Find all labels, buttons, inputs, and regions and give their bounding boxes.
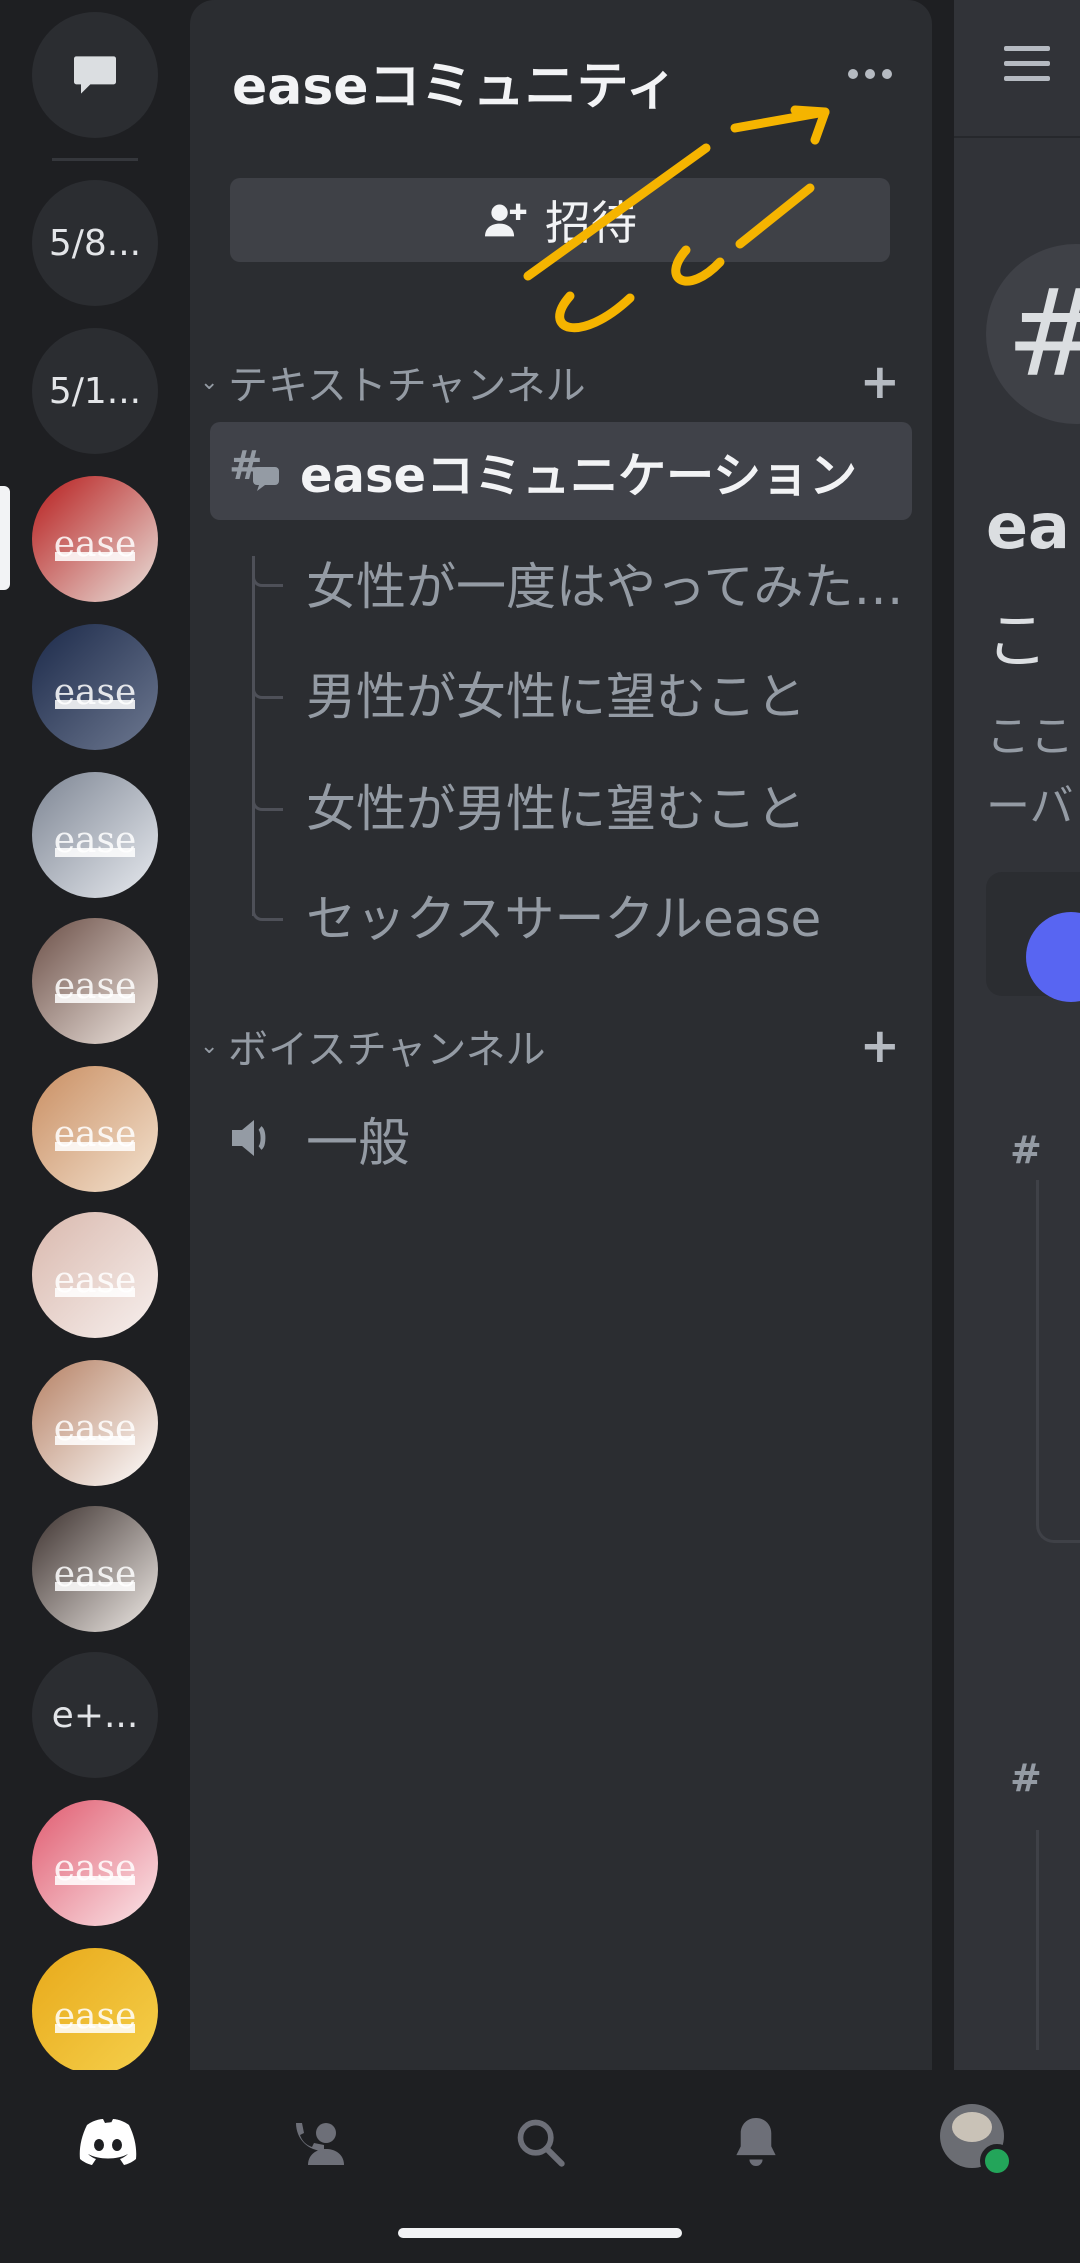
channel-hash-icon: # <box>986 244 1080 424</box>
category-label: ボイスチャンネル <box>228 1027 546 1073</box>
thread-item[interactable]: セックスサークルease <box>306 872 906 958</box>
logo-bar <box>54 551 136 561</box>
direct-messages-button[interactable] <box>32 12 158 138</box>
logo-bar <box>54 1287 136 1297</box>
logo-bar <box>54 847 136 857</box>
chevron-down-icon: ⌄ <box>200 1033 219 1059</box>
server-icon[interactable]: ease <box>32 918 158 1044</box>
logo-bar <box>54 2023 136 2033</box>
logo-bar <box>54 1435 136 1445</box>
welcome-subtitle: ここ <box>986 711 1074 762</box>
server-icon[interactable]: ease <box>32 624 158 750</box>
server-folder[interactable]: 5/1... <box>32 328 158 454</box>
chat-bubble-icon <box>74 56 116 94</box>
thread-connector <box>252 556 255 916</box>
chat-peek-panel[interactable]: # ea こ ここ ーバ # # <box>954 0 1080 2070</box>
dot <box>865 69 875 79</box>
thread-branch <box>252 780 283 811</box>
search-tab[interactable] <box>500 2106 580 2178</box>
folder-label: 5/8... <box>48 222 142 264</box>
server-icon[interactable]: ease <box>32 1948 158 2074</box>
server-icon[interactable]: ease <box>32 1212 158 1338</box>
dot <box>848 69 858 79</box>
channel-item-active[interactable]: # easeコミュニケーション <box>210 422 912 520</box>
logo-bar <box>54 1875 136 1885</box>
voice-channel-label: 一般 <box>306 1113 411 1174</box>
home-indicator <box>398 2228 682 2238</box>
forum-channel-icon: # <box>1010 1756 1042 1800</box>
friends-icon <box>296 2123 344 2165</box>
voice-channels-category[interactable]: ⌄ ボイスチャンネル + <box>200 1016 900 1076</box>
search-icon <box>517 2119 565 2167</box>
dot <box>882 69 892 79</box>
forum-channel-icon: # <box>210 443 300 497</box>
server-icon[interactable]: ease <box>32 1800 158 1926</box>
add-channel-icon[interactable]: + <box>860 354 900 410</box>
add-user-icon <box>485 203 527 237</box>
server-text-icon[interactable]: e+... <box>32 1652 158 1778</box>
thread-connector <box>1036 1180 1080 1543</box>
folder-label: 5/1... <box>48 370 142 412</box>
welcome-title: ea <box>986 490 1070 563</box>
logo-bar <box>54 699 136 709</box>
card-image <box>1026 912 1080 1002</box>
thread-label: 女性が男性に望むこと <box>306 780 806 838</box>
rail-divider <box>52 158 138 161</box>
channel-panel: easeコミュニティ 招待 ⌄ テキストチャンネル + # easeコミュニケー… <box>190 0 932 2070</box>
thread-label: セックスサークルease <box>306 890 822 948</box>
server-rail: 5/8... 5/1... ease ease ease ease ease ease ea… <box>0 0 190 2074</box>
thread-connector <box>1036 1830 1039 2050</box>
server-folder[interactable]: 5/8... <box>32 180 158 306</box>
friends-tab[interactable] <box>280 2106 360 2178</box>
logo-bar <box>54 1581 136 1591</box>
server-initials: e+... <box>51 1694 139 1736</box>
welcome-title-line2: こ <box>986 604 1049 677</box>
thread-branch <box>252 556 283 587</box>
thread-label: 男性が女性に望むこと <box>306 668 806 726</box>
add-channel-icon[interactable]: + <box>860 1018 900 1074</box>
logo-bar <box>54 1141 136 1151</box>
text-channels-category[interactable]: ⌄ テキストチャンネル + <box>200 352 900 412</box>
selected-indicator <box>0 486 10 590</box>
notifications-tab[interactable] <box>716 2106 796 2178</box>
thread-item[interactable]: 女性が男性に望むこと <box>306 762 906 848</box>
server-name[interactable]: easeコミュニティ <box>232 44 677 119</box>
welcome-subtitle-line2: ーバ <box>986 781 1074 832</box>
thread-branch <box>252 668 283 699</box>
hamburger-menu-icon[interactable] <box>1004 46 1050 91</box>
discord-logo-icon <box>79 2119 137 2165</box>
welcome-card[interactable] <box>986 872 1080 1002</box>
more-options-button[interactable] <box>830 54 910 94</box>
speaker-icon <box>232 1120 266 1156</box>
voice-channel-item[interactable]: 一般 <box>228 1098 410 1178</box>
bell-icon <box>736 2118 776 2166</box>
thread-label: 女性が一度はやってみたいこと <box>306 558 906 616</box>
avatar-image <box>952 2112 992 2142</box>
thread-branch <box>252 890 283 921</box>
thread-item[interactable]: 女性が一度はやってみたいこと <box>306 540 906 626</box>
server-icon[interactable]: ease <box>32 1066 158 1192</box>
forum-channel-icon: # <box>1010 1128 1042 1172</box>
online-status-badge <box>980 2144 1014 2178</box>
chevron-down-icon: ⌄ <box>200 369 219 395</box>
category-label: テキストチャンネル <box>228 363 586 409</box>
server-icon[interactable]: ease <box>32 1506 158 1632</box>
invite-label: 招待 <box>545 196 637 250</box>
logo-bar <box>54 993 136 1003</box>
channel-label: easeコミュニケーション <box>300 448 858 504</box>
server-icon[interactable]: ease <box>32 772 158 898</box>
home-tab[interactable] <box>68 2106 148 2178</box>
header-divider <box>954 136 1080 138</box>
invite-button[interactable]: 招待 <box>230 178 890 262</box>
thread-item[interactable]: 男性が女性に望むこと <box>306 650 906 736</box>
server-icon[interactable]: ease <box>32 476 158 602</box>
server-icon[interactable]: ease <box>32 1360 158 1486</box>
